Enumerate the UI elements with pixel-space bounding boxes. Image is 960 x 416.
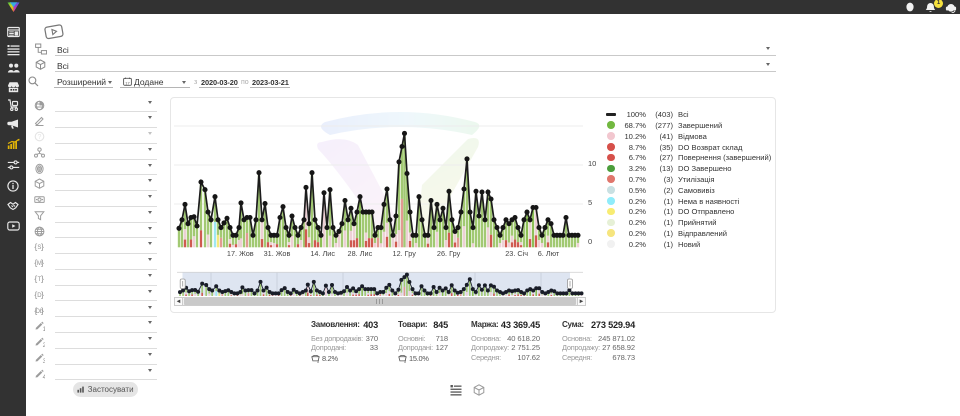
svg-text:4: 4	[43, 373, 45, 378]
svg-text:17: 17	[125, 80, 130, 85]
svg-text:1: 1	[43, 326, 45, 331]
svg-text:x: x	[404, 359, 406, 363]
svg-text:}: }	[41, 305, 44, 315]
svg-text:}: }	[41, 289, 44, 299]
svg-text:x: x	[317, 359, 319, 363]
svg-text:}: }	[41, 258, 44, 268]
svg-text:}: }	[41, 274, 44, 284]
svg-text:3: 3	[43, 358, 45, 363]
svg-text:}: }	[41, 242, 44, 252]
svg-text:2: 2	[43, 342, 45, 347]
svg-text:?: ?	[38, 134, 42, 141]
